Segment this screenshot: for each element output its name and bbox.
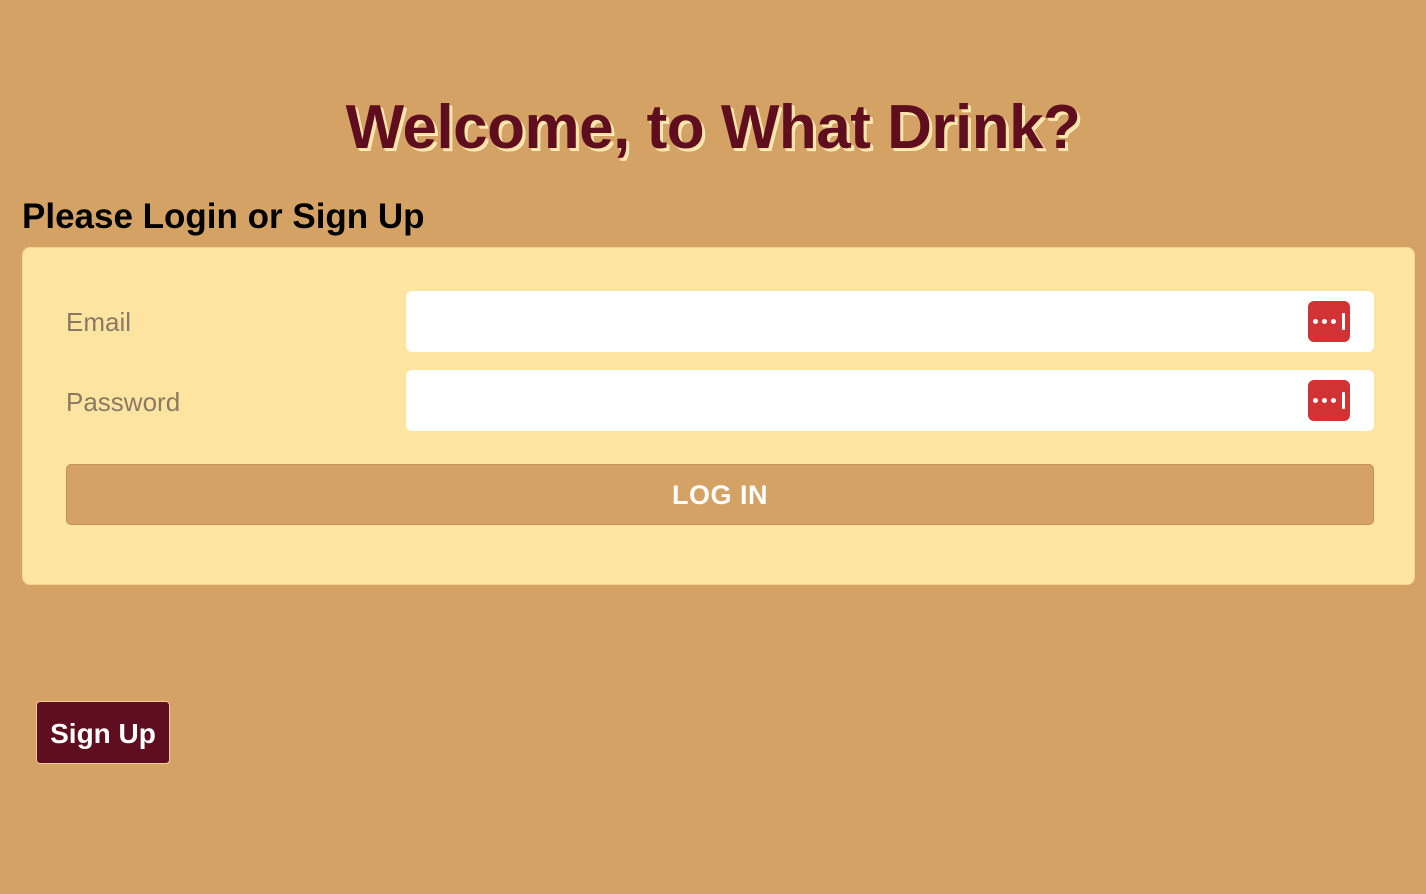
signup-button[interactable]: Sign Up: [36, 701, 170, 764]
login-form: Email Password LOG IN: [22, 247, 1415, 585]
password-manager-icon[interactable]: [1308, 301, 1350, 342]
login-button[interactable]: LOG IN: [66, 464, 1374, 525]
password-field-container: [406, 370, 1374, 431]
page-title: Welcome, to What Drink?: [345, 92, 1081, 162]
email-field[interactable]: [406, 291, 1296, 352]
password-manager-icon[interactable]: [1308, 380, 1350, 421]
password-label: Password: [66, 387, 181, 417]
password-field[interactable]: [406, 370, 1296, 431]
page-subtitle: Please Login or Sign Up: [22, 197, 425, 237]
email-label: Email: [66, 307, 132, 337]
email-field-container: [406, 291, 1374, 352]
